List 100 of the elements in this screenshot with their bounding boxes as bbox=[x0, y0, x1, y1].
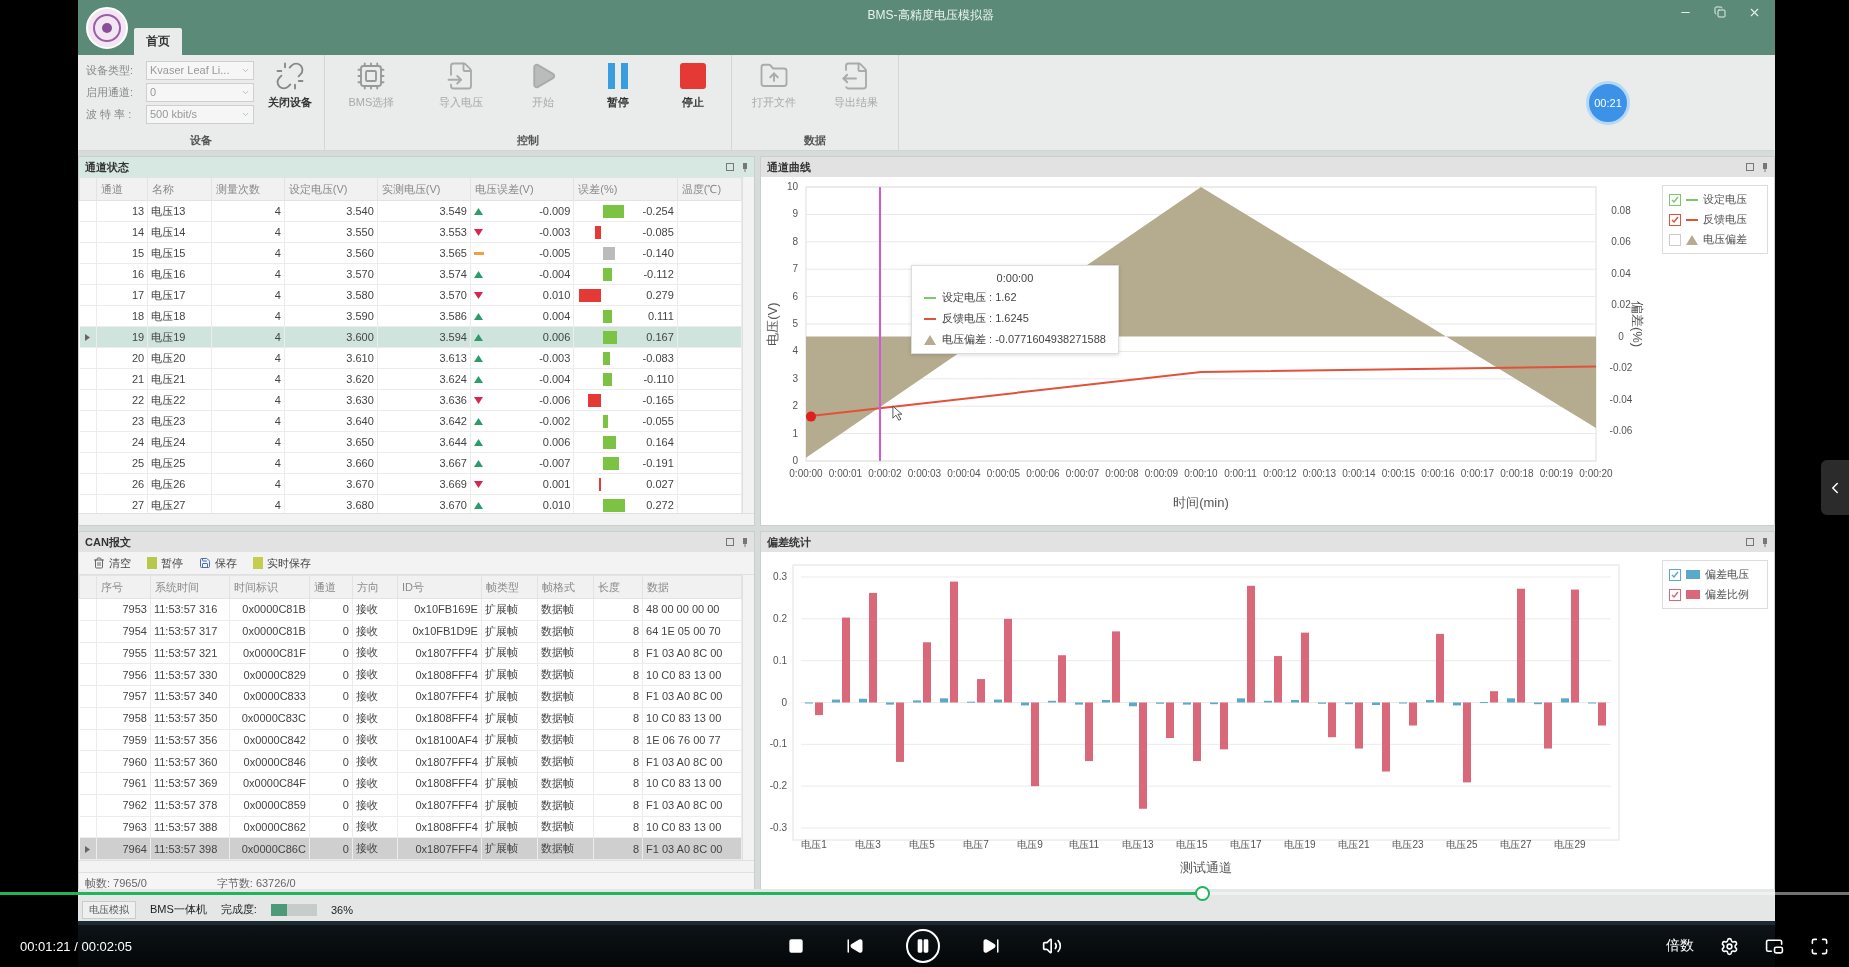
table-row[interactable]: 15 电压15 4 3.560 3.565 -0.005 -0.140 bbox=[79, 242, 742, 264]
table-cell: 19 bbox=[96, 326, 148, 348]
side-panel-toggle[interactable] bbox=[1821, 460, 1849, 515]
pin-icon[interactable] bbox=[742, 162, 748, 172]
ribbon-button[interactable]: 暂停 bbox=[598, 59, 637, 112]
table-row[interactable]: 7960 11:53:57 360 0x0000C846 0 接收 0x1807FFF4 扩展帧 数据帧 8 F1 03 A0 8C 00 bbox=[79, 750, 742, 773]
toolbar-button[interactable]: 保存 bbox=[199, 555, 237, 571]
pin-icon[interactable] bbox=[1762, 162, 1768, 172]
previous-button[interactable] bbox=[845, 937, 864, 955]
table-row[interactable]: 7962 11:53:57 378 0x0000C859 0 接收 0x1807FFF4 扩展帧 数据帧 8 F1 03 A0 8C 00 bbox=[79, 794, 742, 816]
toolbar-button[interactable]: 清空 bbox=[93, 555, 131, 571]
restore-icon[interactable] bbox=[726, 538, 734, 546]
table-row[interactable]: 7963 11:53:57 388 0x0000C862 0 接收 0x1808FFF4 扩展帧 数据帧 8 10 C0 83 13 00 bbox=[79, 816, 742, 838]
bar bbox=[1355, 702, 1363, 749]
table-cell: 接收 bbox=[352, 598, 398, 621]
table-cell: 7960 bbox=[96, 750, 151, 773]
scrollbar[interactable] bbox=[79, 860, 754, 872]
table-cell: 25 bbox=[96, 452, 148, 474]
table-row[interactable]: 17 电压17 4 3.580 3.570 0.010 0.279 bbox=[79, 284, 742, 306]
table-cell: 数据帧 bbox=[537, 772, 594, 795]
checkbox[interactable] bbox=[1669, 233, 1681, 246]
axis-label: 电压13 bbox=[1122, 839, 1154, 850]
table-row[interactable]: 25 电压25 4 3.660 3.667 -0.007 -0.191 bbox=[79, 452, 742, 474]
bar bbox=[1220, 702, 1228, 750]
next-button[interactable] bbox=[981, 937, 1000, 955]
table-row[interactable]: 7956 11:53:57 330 0x0000C829 0 接收 0x1808FFF4 扩展帧 数据帧 8 10 C0 83 13 00 bbox=[79, 663, 742, 686]
toolbar-button[interactable]: 暂停 bbox=[147, 555, 183, 571]
table-row[interactable]: 20 电压20 4 3.610 3.613 -0.003 -0.083 bbox=[79, 347, 742, 369]
restore-icon[interactable] bbox=[1746, 163, 1754, 171]
up-triangle-icon bbox=[473, 417, 483, 425]
restore-icon[interactable] bbox=[726, 163, 734, 171]
pin-icon[interactable] bbox=[1762, 537, 1768, 547]
table-cell: 7964 bbox=[96, 837, 151, 860]
table-row[interactable]: 7958 11:53:57 350 0x0000C83C 0 接收 0x1808FFF4 扩展帧 数据帧 8 10 C0 83 13 00 bbox=[79, 707, 742, 729]
pin-icon[interactable] bbox=[742, 537, 748, 547]
axis-label: 7 bbox=[792, 263, 798, 275]
scrollbar[interactable] bbox=[742, 575, 754, 860]
error-value: -0.009 bbox=[539, 205, 571, 217]
table-cell: 11:53:57 350 bbox=[150, 707, 230, 729]
ribbon-button[interactable]: 停止 bbox=[673, 59, 712, 112]
checkbox[interactable] bbox=[1669, 568, 1681, 581]
restore-icon[interactable] bbox=[1746, 538, 1754, 546]
axis-label: 0:00:09 bbox=[1144, 468, 1179, 479]
axis-label: 0:00:11 bbox=[1224, 468, 1257, 479]
legend-label: 偏差电压 bbox=[1705, 567, 1749, 582]
axis-label: 3 bbox=[792, 372, 798, 384]
table-row[interactable]: 22 电压22 4 3.630 3.636 -0.006 -0.165 bbox=[79, 389, 742, 411]
table-cell: 48 00 00 00 00 bbox=[642, 598, 742, 621]
error-value: 0.004 bbox=[542, 310, 571, 322]
bar bbox=[994, 699, 1002, 703]
scrollbar[interactable] bbox=[742, 177, 754, 513]
table-row[interactable]: 7955 11:53:57 321 0x0000C81F 0 接收 0x1807FFF4 扩展帧 数据帧 8 F1 03 A0 8C 00 bbox=[79, 642, 742, 664]
toolbar-button[interactable]: 实时保存 bbox=[253, 555, 311, 571]
table-row[interactable]: 7964 11:53:57 398 0x0000C86C 0 接收 0x1807FFF4 扩展帧 数据帧 8 F1 03 A0 8C 00 bbox=[79, 837, 742, 860]
table-row[interactable]: 23 电压23 4 3.640 3.642 -0.002 -0.055 bbox=[79, 410, 742, 432]
fullscreen-button[interactable] bbox=[1810, 936, 1829, 956]
close-icon[interactable] bbox=[1748, 6, 1761, 19]
table-row[interactable]: 14 电压14 4 3.550 3.553 -0.003 -0.085 bbox=[79, 221, 742, 243]
axis-label: -0.02 bbox=[1609, 362, 1633, 374]
restore-icon[interactable] bbox=[1714, 6, 1726, 18]
logo-icon bbox=[86, 6, 128, 49]
bar bbox=[1058, 655, 1066, 703]
table-cell: 接收 bbox=[352, 685, 398, 708]
table-row[interactable]: 7961 11:53:57 369 0x0000C84F 0 接收 0x1808FFF4 扩展帧 数据帧 8 10 C0 83 13 00 bbox=[79, 772, 742, 795]
table-cell: 0x0000C81B bbox=[229, 620, 310, 642]
ribbon-tab[interactable]: 首页 bbox=[134, 28, 182, 55]
checkbox[interactable] bbox=[1669, 213, 1681, 226]
picture-in-picture-button[interactable] bbox=[1765, 936, 1784, 956]
ribbon-button[interactable]: 关闭设备 bbox=[264, 59, 316, 112]
table-row[interactable]: 7959 11:53:57 356 0x0000C842 0 接收 0x18100AF4 扩展帧 数据帧 8 1E 06 76 00 77 bbox=[79, 729, 742, 751]
speed-button[interactable]: 倍数 bbox=[1666, 937, 1694, 955]
table-cell: 7962 bbox=[96, 794, 151, 816]
error-bar bbox=[599, 477, 602, 491]
table-cell: 0 bbox=[309, 598, 353, 621]
table-row[interactable]: 19 电压19 4 3.600 3.594 0.006 0.167 bbox=[79, 326, 742, 348]
table-cell: 8 bbox=[593, 816, 643, 838]
error-percent: 0.272 bbox=[646, 499, 674, 511]
table-row[interactable]: 16 电压16 4 3.570 3.574 -0.004 -0.112 bbox=[79, 263, 742, 285]
status-tab[interactable]: 电压模拟 bbox=[82, 900, 136, 919]
error-bar bbox=[579, 288, 602, 302]
table-row[interactable]: 13 电压13 4 3.540 3.549 -0.009 -0.254 bbox=[79, 200, 742, 222]
checkbox[interactable] bbox=[1669, 193, 1681, 206]
table-row[interactable]: 21 电压21 4 3.620 3.624 -0.004 -0.110 bbox=[79, 368, 742, 390]
checkbox[interactable] bbox=[1669, 588, 1681, 601]
table-row[interactable]: 18 电压18 4 3.590 3.586 0.004 0.111 bbox=[79, 305, 742, 327]
table-row[interactable]: 26 电压26 4 3.670 3.669 0.001 0.027 bbox=[79, 473, 742, 495]
settings-button[interactable] bbox=[1720, 936, 1739, 956]
table-row[interactable]: 7957 11:53:57 340 0x0000C833 0 接收 0x1807FFF4 扩展帧 数据帧 8 F1 03 A0 8C 00 bbox=[79, 685, 742, 708]
volume-button[interactable] bbox=[1041, 936, 1062, 956]
field-label: 波 特 率 : bbox=[86, 106, 133, 122]
scrollbar[interactable] bbox=[79, 513, 754, 525]
pause-button[interactable] bbox=[905, 929, 940, 963]
table-cell: 3.669 bbox=[377, 473, 471, 495]
stop-button[interactable] bbox=[787, 938, 804, 954]
axis-label: 4 bbox=[792, 345, 798, 357]
axis-label: 电压7 bbox=[963, 839, 989, 850]
table-row[interactable]: 24 电压24 4 3.650 3.644 0.006 0.164 bbox=[79, 431, 742, 453]
legend-label: 反馈电压 bbox=[1703, 212, 1747, 227]
table-row[interactable]: 7954 11:53:57 317 0x0000C81B 0 接收 0x10FB1D9E 扩展帧 数据帧 8 64 1E 05 00 70 bbox=[79, 620, 742, 642]
table-row[interactable]: 7953 11:53:57 316 0x0000C81B 0 接收 0x10FB169E 扩展帧 数据帧 8 48 00 00 00 00 bbox=[79, 598, 742, 621]
